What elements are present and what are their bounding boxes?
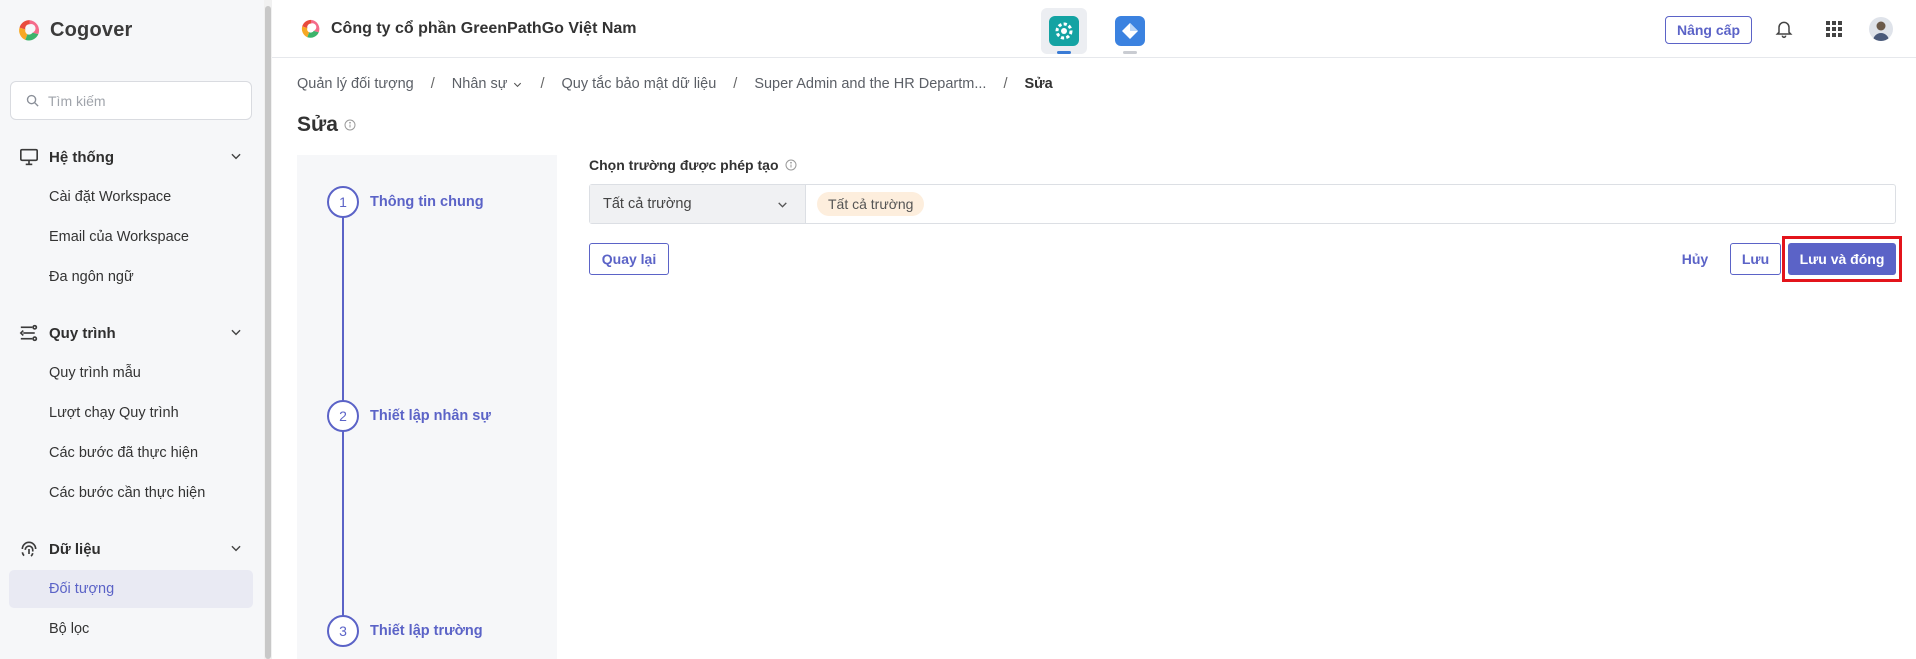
save-button[interactable]: Lưu [1730,243,1781,275]
monitor-icon [20,148,38,166]
sidebar-item-bo-loc[interactable]: Bộ lọc [9,610,253,648]
nav-group-du-lieu[interactable]: Dữ liệu [19,537,249,561]
step-label: Thiết lập trường [370,623,483,639]
tab-indicator [1123,51,1137,54]
chevron-down-icon [778,202,787,208]
grid-apps-icon[interactable] [1826,21,1842,37]
sidebar-item-buoc-can-thuc-hien[interactable]: Các bước cần thực hiện [9,474,253,512]
sidebar-item-da-ngon-ngu[interactable]: Đa ngôn ngữ [9,258,253,296]
active-tab-indicator [1057,51,1071,54]
nav-group-label: Quy trình [49,324,116,342]
breadcrumb-item-label: Nhân sự [451,76,508,92]
bell-icon[interactable] [1774,18,1794,40]
chevron-down-icon[interactable] [229,325,243,339]
fingerprint-icon [21,541,37,557]
breadcrumb-item[interactable]: Quản lý đối tượng [297,76,414,92]
step-label: Thông tin chung [370,194,484,210]
breadcrumb-item[interactable]: Super Admin and the HR Departm... [754,76,986,92]
step-number: 1 [327,186,359,218]
back-button[interactable]: Quay lại [589,243,669,275]
field-label-text: Chọn trường được phép tạo [589,157,779,173]
info-icon[interactable] [785,159,797,171]
settings-app-icon [1049,16,1079,46]
user-avatar[interactable] [1869,17,1893,41]
breadcrumb-current: Sửa [1024,76,1053,92]
company-switcher[interactable]: Công ty cổ phần GreenPathGo Việt Nam [300,18,637,40]
step-thiet-lap-nhan-su[interactable]: 2 Thiết lập nhân sự [327,400,491,432]
nav-group-label: Hệ thống [49,148,114,166]
nav-group-he-thong[interactable]: Hệ thống [19,145,249,169]
breadcrumb-separator: / [1003,76,1008,92]
sidebar: Cogover Hệ thống Cài đặt Workspace Email… [0,0,266,659]
save-and-close-button[interactable]: Lưu và đóng [1788,243,1896,275]
chevron-down-icon[interactable] [229,149,243,163]
field-mode-value: Tất cả trường [603,196,692,212]
sidebar-item-buoc-da-thuc-hien[interactable]: Các bước đã thực hiện [9,434,253,472]
breadcrumb-separator: / [540,76,545,92]
field-tags-input[interactable]: Tất cả trường [806,185,1895,223]
breadcrumb: Quản lý đối tượng / Nhân sự / Quy tắc bả… [297,76,1053,92]
company-logo-icon [301,19,320,38]
workflow-icon [19,324,38,342]
breadcrumb-item-dropdown[interactable]: Nhân sự [452,76,524,92]
nav-group-quy-trinh[interactable]: Quy trình [19,321,249,345]
breadcrumb-item[interactable]: Quy tắc bảo mật dữ liệu [561,76,716,92]
breadcrumb-separator: / [733,76,738,92]
diamond-app-icon [1115,16,1145,46]
cancel-button[interactable]: Hủy [1670,243,1720,275]
avatar-image [1873,21,1889,41]
search-input[interactable] [48,92,238,109]
sidebar-scrollbar-thumb[interactable] [265,6,271,659]
sidebar-item-luot-chay[interactable]: Lượt chạy Quy trình [9,394,253,432]
sidebar-item-email-workspace[interactable]: Email của Workspace [9,218,253,256]
field-label: Chọn trường được phép tạo [589,157,797,173]
breadcrumb-separator: / [430,76,435,92]
app-name: Cogover [50,19,133,41]
field-mode-select[interactable]: Tất cả trường [590,185,806,223]
step-number: 2 [327,400,359,432]
chevron-down-icon [514,82,522,87]
field-tag: Tất cả trường [817,192,925,216]
upgrade-button[interactable]: Nâng cấp [1665,16,1752,44]
app-tab-diamond[interactable] [1107,8,1153,54]
step-thiet-lap-truong[interactable]: 3 Thiết lập trường [327,615,483,647]
info-icon[interactable] [344,119,356,131]
chevron-down-icon[interactable] [229,541,243,555]
sidebar-item-doi-tuong[interactable]: Đối tượng [9,570,253,608]
company-name: Công ty cổ phần GreenPathGo Việt Nam [331,20,637,37]
sidebar-item-quy-trinh-mau[interactable]: Quy trình mẫu [9,354,253,392]
app-tab-settings[interactable] [1041,8,1087,54]
sidebar-item-cai-dat-workspace[interactable]: Cài đặt Workspace [9,178,253,216]
nav-group-label: Dữ liệu [49,540,101,558]
search-box[interactable] [10,81,252,120]
app-logo[interactable]: Cogover [17,18,133,43]
field-selector-row: Tất cả trường Tất cả trường [589,184,1896,224]
step-thong-tin-chung[interactable]: 1 Thông tin chung [327,186,484,218]
steps-panel: 1 Thông tin chung 2 Thiết lập nhân sự 3 … [297,155,557,659]
top-bar: Công ty cổ phần GreenPathGo Việt Nam Nân… [272,0,1916,58]
cogover-logo-icon [19,20,40,41]
page-title: Sửa [297,113,338,136]
step-number: 3 [327,615,359,647]
step-label: Thiết lập nhân sự [370,408,491,424]
page-title-row: Sửa [297,113,356,137]
search-icon [26,94,39,107]
